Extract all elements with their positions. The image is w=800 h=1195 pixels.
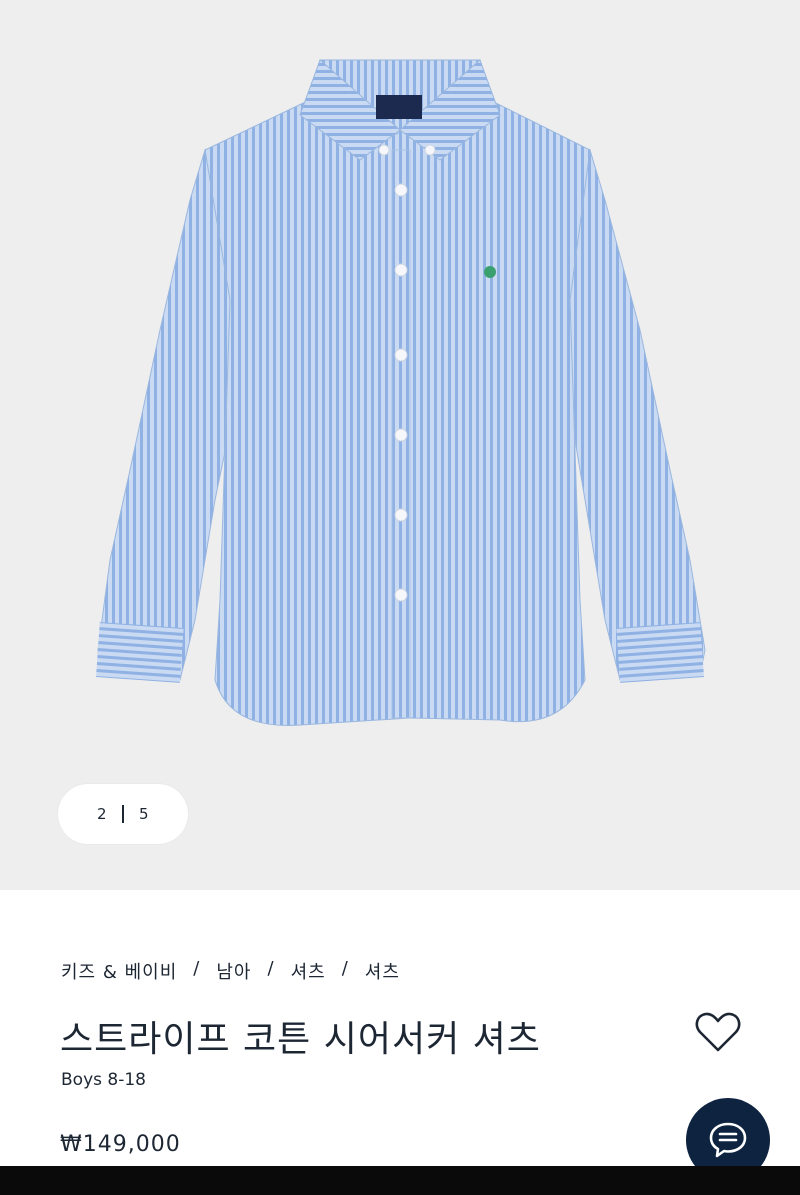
breadcrumb-item-shirts[interactable]: 셔츠 [291, 958, 326, 984]
total-pages: 5 [139, 805, 150, 823]
wishlist-button[interactable] [694, 1010, 742, 1054]
breadcrumb-separator: / [193, 958, 201, 979]
current-page: 2 [96, 805, 107, 823]
breadcrumb-item-shirts-sub[interactable]: 셔츠 [365, 958, 400, 984]
product-image [96, 59, 706, 726]
product-title: 스트라이프 코튼 시어서커 셔츠 [60, 1019, 541, 1060]
product-price: ₩149,000 [60, 1132, 181, 1157]
heart-icon [695, 1012, 741, 1052]
gallery-page-indicator: 2 5 [58, 784, 188, 844]
breadcrumb-item-kids-baby[interactable]: 키즈 & 베이비 [61, 958, 177, 984]
product-image-gallery[interactable]: 2 5 [0, 0, 800, 890]
product-size-range: Boys 8-18 [61, 1070, 146, 1090]
chat-bubble-icon [709, 1122, 747, 1158]
breadcrumb-separator: / [267, 958, 275, 979]
page-separator [122, 805, 124, 823]
breadcrumb-separator: / [341, 958, 349, 979]
breadcrumb: 키즈 & 베이비 / 남아 / 셔츠 / 셔츠 [61, 958, 400, 984]
bottom-bar [0, 1166, 800, 1195]
breadcrumb-item-boys[interactable]: 남아 [216, 958, 251, 984]
